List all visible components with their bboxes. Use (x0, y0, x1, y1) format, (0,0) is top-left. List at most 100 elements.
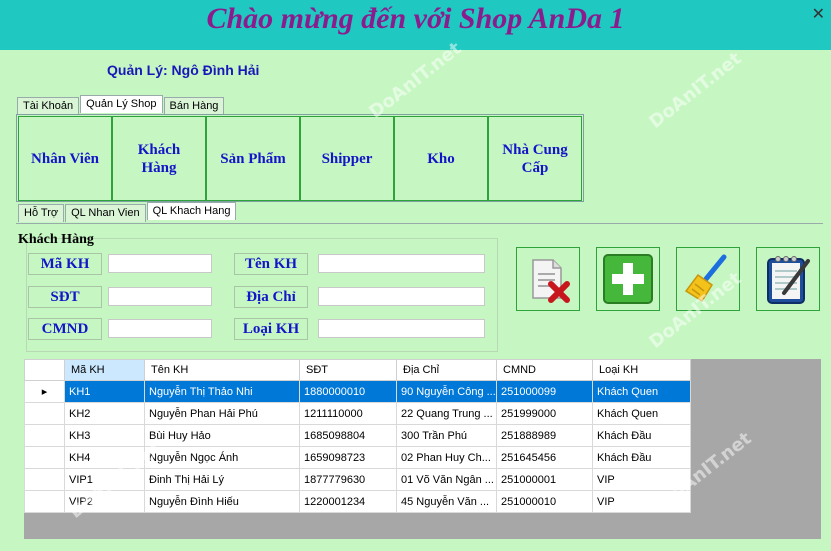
table-row[interactable]: VIP1 Đinh Thị Hải Lý 1877779630 01 Võ Vă… (24, 468, 691, 491)
tab-ql-khach-hang[interactable]: QL Khach Hang (146, 202, 237, 220)
col-loai-kh[interactable]: Loại KH (592, 359, 691, 381)
table-row[interactable]: KH2 Nguyễn Phan Hải Phú 1211110000 22 Qu… (24, 402, 691, 425)
table-row[interactable]: VIP2 Nguyễn Đình Hiếu 1220001234 45 Nguy… (24, 490, 691, 513)
row-header[interactable] (24, 446, 65, 469)
loai-kh-input[interactable] (318, 319, 485, 338)
loai-kh-label: Loại KH (234, 318, 308, 340)
sdt-label: SĐT (28, 286, 102, 308)
tile-nha-cung-cap-label: Nhà Cung Cấp (502, 141, 568, 176)
tile-shipper[interactable]: Shipper (300, 116, 394, 201)
close-icon[interactable]: ✕ (812, 4, 825, 24)
table-row[interactable]: KH3 Bùi Huy Hảo 1685098804 300 Trần Phú … (24, 424, 691, 447)
col-ma-kh[interactable]: Mã KH (64, 359, 145, 381)
cell[interactable]: Khách Quen (592, 380, 691, 403)
cell[interactable]: KH2 (64, 402, 145, 425)
manager-label: Quản Lý: Ngô Đình Hải (107, 62, 260, 78)
cell[interactable]: Nguyễn Đình Hiếu (144, 490, 300, 513)
sdt-input[interactable] (108, 287, 212, 306)
cmnd-label: CMND (28, 318, 102, 340)
cell[interactable]: 251888989 (496, 424, 593, 447)
delete-icon (532, 259, 570, 303)
table-row[interactable]: KH4 Nguyễn Ngọc Ánh 1659098723 02 Phan H… (24, 446, 691, 469)
tab-quan-ly-shop[interactable]: Quản Lý Shop (80, 95, 163, 113)
cell[interactable]: VIP (592, 468, 691, 491)
cell[interactable]: KH4 (64, 446, 145, 469)
cell[interactable]: 1880000010 (299, 380, 397, 403)
customer-table: Mã KH Tên KH SĐT Địa Chỉ CMND Loại KH ▸ … (24, 359, 691, 513)
tile-nha-cung-cap[interactable]: Nhà Cung Cấp (488, 116, 582, 201)
cell[interactable]: 01 Võ Văn Ngân ... (396, 468, 497, 491)
cell[interactable]: 45 Nguyễn Văn ... (396, 490, 497, 513)
tile-khach-hang-label: Khách Hàng (137, 141, 181, 176)
cell[interactable]: Nguyễn Phan Hải Phú (144, 402, 300, 425)
cell[interactable]: Khách Quen (592, 402, 691, 425)
tab-ban-hang[interactable]: Bán Hàng (163, 97, 225, 115)
main-tabbar: Tài Khoản Quản Lý Shop Bán Hàng (17, 95, 225, 115)
tile-san-pham[interactable]: Sản Phẩm (206, 116, 300, 201)
dia-chi-label: Địa Chỉ (234, 286, 308, 308)
cell[interactable]: 1211110000 (299, 402, 397, 425)
current-row-arrow-icon: ▸ (24, 380, 65, 403)
tab-ho-tro[interactable]: Hỗ Trợ (18, 204, 65, 222)
sub-tabbar: Hỗ Trợ QL Nhan Vien QL Khach Hang (18, 202, 237, 222)
cell[interactable]: 1220001234 (299, 490, 397, 513)
cmnd-input[interactable] (108, 319, 212, 338)
cell[interactable]: 251000001 (496, 468, 593, 491)
row-header-corner (24, 359, 65, 381)
ma-kh-label: Mã KH (28, 253, 102, 275)
cell[interactable]: Khách Đầu (592, 424, 691, 447)
col-sdt[interactable]: SĐT (299, 359, 397, 381)
cell[interactable]: VIP (592, 490, 691, 513)
ten-kh-label: Tên KH (234, 253, 308, 275)
cell[interactable]: 90 Nguyễn Công ... (396, 380, 497, 403)
tile-kho[interactable]: Kho (394, 116, 488, 201)
table-row[interactable]: ▸ KH1 Nguyễn Thị Thảo Nhi 1880000010 90 … (24, 380, 691, 403)
notepad-pen-icon (767, 256, 810, 304)
cell[interactable]: 251645456 (496, 446, 593, 469)
dia-chi-input[interactable] (318, 287, 485, 306)
window-title: Chào mừng đến với Shop AnDa 1 (206, 2, 625, 35)
tile-nhan-vien[interactable]: Nhân Viên (18, 116, 112, 201)
cell[interactable]: VIP2 (64, 490, 145, 513)
cell[interactable]: Nguyễn Ngọc Ánh (144, 446, 300, 469)
management-tiles: Nhân Viên Khách Hàng Sản Phẩm Shipper Kh… (16, 114, 584, 202)
cell[interactable]: VIP1 (64, 468, 145, 491)
customer-panel: Mã KH SĐT CMND Tên KH Địa Chỉ Loại KH (16, 223, 823, 357)
cell[interactable]: 251999000 (496, 402, 593, 425)
col-dia-chi[interactable]: Địa Chỉ (396, 359, 497, 381)
tile-khach-hang[interactable]: Khách Hàng (112, 116, 206, 201)
cell[interactable]: KH3 (64, 424, 145, 447)
delete-button[interactable] (516, 247, 580, 311)
col-ten-kh[interactable]: Tên KH (144, 359, 300, 381)
edit-button[interactable] (756, 247, 820, 311)
customer-grid: Mã KH Tên KH SĐT Địa Chỉ CMND Loại KH ▸ … (24, 359, 821, 539)
row-header[interactable] (24, 490, 65, 513)
cell[interactable]: 22 Quang Trung ... (396, 402, 497, 425)
cell[interactable]: Bùi Huy Hảo (144, 424, 300, 447)
cell[interactable]: 251000099 (496, 380, 593, 403)
cell[interactable]: KH1 (64, 380, 145, 403)
ten-kh-input[interactable] (318, 254, 485, 273)
cell[interactable]: 1877779630 (299, 468, 397, 491)
customer-group-title: Khách Hàng (18, 232, 94, 247)
tab-tai-khoan[interactable]: Tài Khoản (17, 97, 80, 115)
table-header-row: Mã KH Tên KH SĐT Địa Chỉ CMND Loại KH (24, 359, 691, 381)
col-cmnd[interactable]: CMND (496, 359, 593, 381)
broom-icon (684, 254, 727, 303)
cell[interactable]: Đinh Thị Hải Lý (144, 468, 300, 491)
cell[interactable]: 1659098723 (299, 446, 397, 469)
tab-ql-nhan-vien[interactable]: QL Nhan Vien (65, 204, 146, 222)
add-icon (603, 254, 653, 304)
add-button[interactable] (596, 247, 660, 311)
cell[interactable]: Khách Đầu (592, 446, 691, 469)
row-header[interactable] (24, 424, 65, 447)
cell[interactable]: 251000010 (496, 490, 593, 513)
cell[interactable]: 1685098804 (299, 424, 397, 447)
cell[interactable]: Nguyễn Thị Thảo Nhi (144, 380, 300, 403)
ma-kh-input[interactable] (108, 254, 212, 273)
row-header[interactable] (24, 402, 65, 425)
clear-button[interactable] (676, 247, 740, 311)
row-header[interactable] (24, 468, 65, 491)
cell[interactable]: 300 Trần Phú (396, 424, 497, 447)
cell[interactable]: 02 Phan Huy Ch... (396, 446, 497, 469)
